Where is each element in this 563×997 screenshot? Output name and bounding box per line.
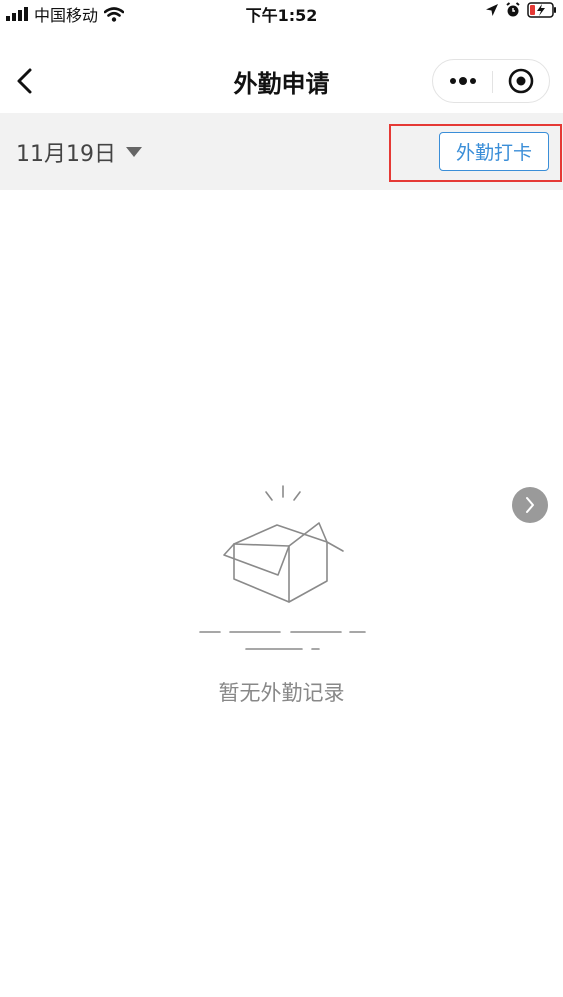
more-button[interactable]	[433, 60, 491, 102]
location-arrow-icon	[486, 4, 498, 16]
empty-box-icon	[199, 485, 366, 650]
more-dots-icon	[450, 77, 476, 85]
empty-state-message: 暂无外勤记录	[218, 681, 345, 705]
caret-down-icon	[126, 147, 142, 157]
status-right	[485, 2, 557, 18]
close-mini-program-button[interactable]	[493, 60, 549, 102]
mini-program-capsule	[432, 59, 550, 103]
navigation-bar: 外勤申请	[0, 48, 563, 114]
field-checkin-button[interactable]: 外勤打卡	[439, 132, 549, 171]
date-selector[interactable]: 11月19日	[16, 135, 142, 169]
alarm-icon	[506, 2, 520, 17]
float-next-button[interactable]	[512, 487, 548, 523]
battery-charging-icon	[527, 2, 556, 18]
status-time: 下午1:52	[245, 6, 318, 25]
date-label: 11月19日	[16, 142, 116, 167]
chevron-right-icon	[526, 497, 534, 513]
target-circle-icon	[508, 68, 534, 94]
status-bar: 中国移动 下午1:52	[0, 0, 563, 26]
filter-bar: 11月19日 外勤打卡	[0, 113, 563, 190]
